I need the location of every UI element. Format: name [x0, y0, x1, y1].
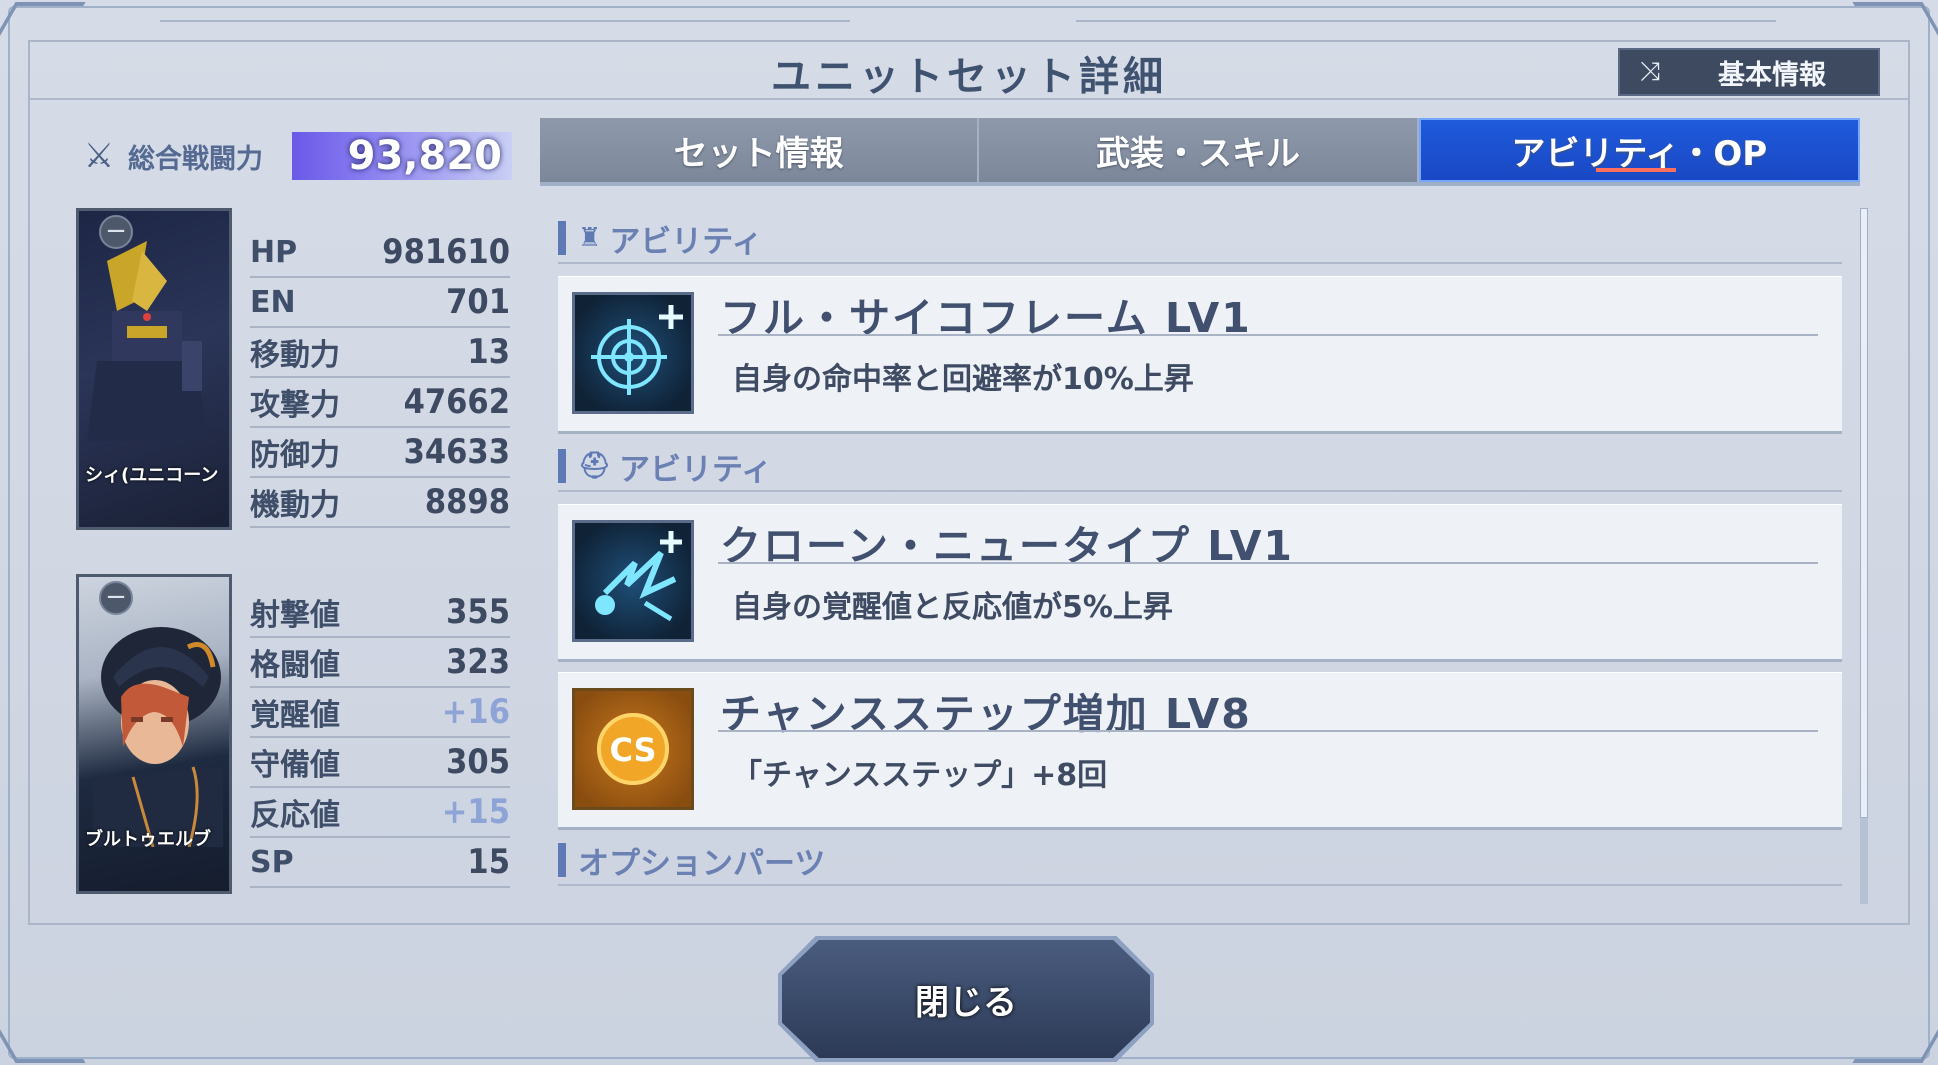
unit-head-icon: ♜: [578, 223, 602, 253]
tab-weapons-skills[interactable]: 武装・スキル: [979, 118, 1419, 182]
section-divider: [558, 262, 1842, 264]
tab-set-info[interactable]: セット情報: [540, 118, 980, 182]
stat-row: 移動力 13: [250, 328, 510, 378]
stat-row: 覚醒値 +16: [250, 688, 510, 738]
stat-key: SP: [250, 844, 294, 880]
unit-name: シィ(ユニコーン: [85, 465, 219, 486]
stat-key: 攻撃力: [250, 388, 340, 423]
top-rule: [1076, 20, 1776, 22]
remove-unit-icon[interactable]: −: [99, 215, 133, 249]
ability-divider: [718, 730, 1818, 732]
pilot-name: ブルトゥエルブ: [85, 829, 211, 850]
newtype-flash-icon: [572, 520, 694, 642]
stat-value: 8898: [424, 482, 510, 522]
stat-row: SP 15: [250, 838, 510, 888]
stat-row: HP 981610: [250, 228, 510, 278]
stat-value: +15: [441, 792, 510, 832]
basic-info-label: 基本情報: [1718, 59, 1826, 91]
cs-coin-icon: CS: [597, 713, 669, 785]
ability-card[interactable]: フル・サイコフレーム LV1 自身の命中率と回避率が10%上昇: [558, 276, 1842, 434]
unit-artwork: [87, 241, 207, 441]
ability-card[interactable]: CS チャンスステップ増加 LV8 「チャンスステップ」+8回: [558, 672, 1842, 830]
unit-ability-header: ♜ アビリティ: [558, 218, 763, 260]
stat-value: 981610: [382, 232, 510, 272]
crosshair-plus-icon: [572, 292, 694, 414]
stat-key: 格闘値: [250, 648, 340, 683]
scrollbar-thumb[interactable]: [1860, 208, 1868, 818]
title-divider: [30, 98, 1908, 100]
total-power-label: 総合戦闘力: [128, 143, 263, 175]
ability-divider: [718, 334, 1818, 336]
stat-value: 13: [467, 332, 510, 372]
unit-portrait[interactable]: − シィ(ユニコーン: [76, 208, 232, 530]
newtype-icon: [595, 531, 682, 622]
stat-value: 355: [446, 592, 510, 632]
stat-value: 47662: [403, 382, 510, 422]
basic-info-button[interactable]: ⤨ 基本情報: [1618, 48, 1880, 96]
ability-content: ♜ アビリティ フル・サイコフレーム LV1 自身の命中率と回避率が10%上昇 …: [540, 200, 1860, 920]
stat-value: 323: [446, 642, 510, 682]
stat-key: 防御力: [250, 438, 340, 473]
ability-divider: [718, 562, 1818, 564]
stat-row: 守備値 305: [250, 738, 510, 788]
tab-bar: セット情報 武装・スキル アビリティ・OP: [540, 118, 1860, 186]
pilot-ability-header: ⛑ アビリティ: [558, 446, 773, 488]
remove-pilot-icon[interactable]: −: [99, 581, 133, 615]
stat-key: EN: [250, 284, 296, 320]
stat-value: 34633: [403, 432, 510, 472]
stat-key: 覚醒値: [250, 698, 340, 733]
ability-card[interactable]: クローン・ニュータイプ LV1 自身の覚醒値と反応値が5%上昇: [558, 504, 1842, 662]
section-title: アビリティ: [609, 223, 763, 260]
stat-row: 攻撃力 47662: [250, 378, 510, 428]
stat-key: 射撃値: [250, 598, 340, 633]
stat-key: 守備値: [250, 748, 340, 783]
cs-badge-text: CS: [609, 731, 656, 769]
pilot-artwork: [93, 627, 223, 847]
total-power-value: 93,820: [292, 132, 512, 180]
stat-value: 15: [467, 842, 510, 882]
section-divider: [558, 490, 1842, 492]
stat-key: 反応値: [250, 798, 340, 833]
stat-row: 射撃値 355: [250, 588, 510, 638]
stat-value: +16: [441, 692, 510, 732]
ability-description: 自身の覚醒値と反応値が5%上昇: [732, 590, 1173, 625]
stat-value: 305: [446, 742, 510, 782]
ability-description: 「チャンスステップ」+8回: [732, 758, 1108, 793]
section-bar: [558, 843, 566, 877]
stat-key: 移動力: [250, 338, 340, 373]
close-label: 閉じる: [915, 982, 1017, 1023]
tab-abilities-op[interactable]: アビリティ・OP: [1418, 118, 1860, 182]
ability-description: 自身の命中率と回避率が10%上昇: [732, 362, 1194, 397]
stat-row: 防御力 34633: [250, 428, 510, 478]
pilot-stats: 射撃値 355 格闘値 323 覚醒値 +16 守備値 305 反応値 +15 SP 15: [250, 588, 510, 888]
stat-row: 格闘値 323: [250, 638, 510, 688]
section-bar: [558, 221, 566, 255]
stat-value: 701: [446, 282, 510, 322]
total-power: ⚔ 総合戦闘力 93,820: [74, 128, 514, 184]
section-title: オプションパーツ: [578, 845, 826, 882]
close-button[interactable]: 閉じる: [782, 940, 1150, 1058]
option-parts-header: オプションパーツ: [558, 840, 826, 882]
pilot-portrait[interactable]: − ブルトゥエルブ: [76, 574, 232, 894]
unit-stats: HP 981610 EN 701 移動力 13 攻撃力 47662 防御力 34633 機…: [250, 228, 510, 528]
stat-key: 機動力: [250, 488, 340, 523]
section-title: アビリティ: [619, 451, 773, 488]
crossed-swords-icon: ⚔: [83, 136, 115, 176]
section-bar: [558, 449, 566, 483]
stat-row: 機動力 8898: [250, 478, 510, 528]
stat-row: 反応値 +15: [250, 788, 510, 838]
top-rule: [160, 20, 850, 22]
crosshair-icon: [591, 305, 683, 395]
shuffle-icon: ⤨: [1639, 56, 1661, 87]
stat-row: EN 701: [250, 278, 510, 328]
helmet-icon: ⛑: [578, 451, 612, 481]
stat-key: HP: [250, 234, 298, 270]
section-divider: [558, 884, 1842, 886]
cs-badge-icon: CS: [572, 688, 694, 810]
